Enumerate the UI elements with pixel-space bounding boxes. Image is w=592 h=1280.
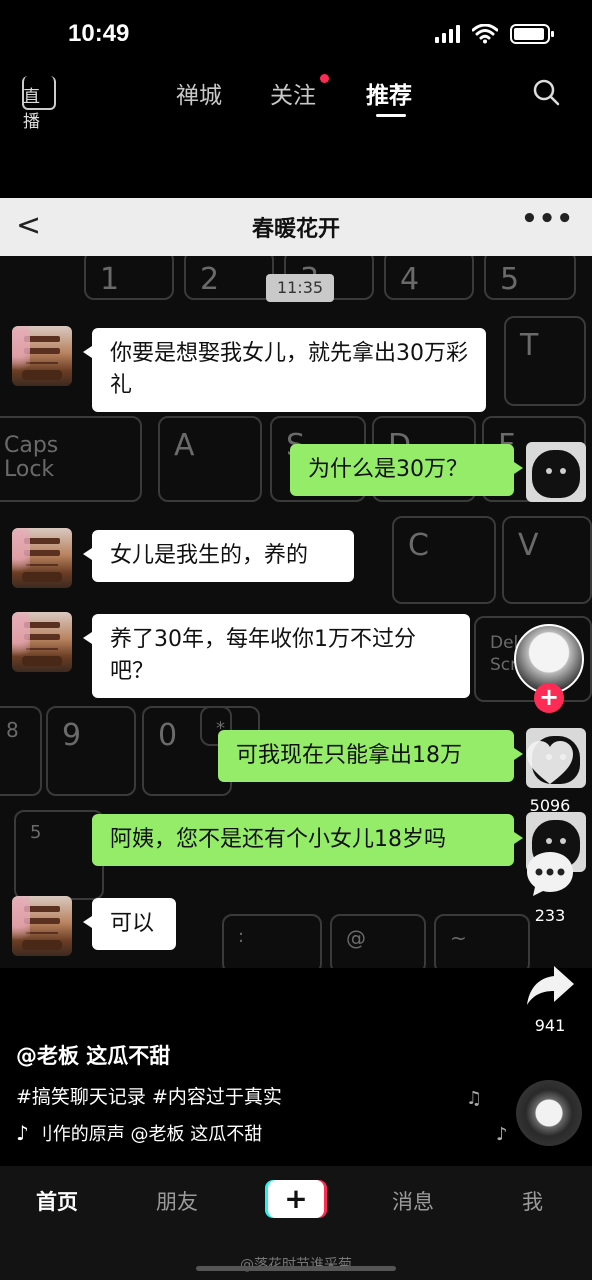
chat-bubble: 你要是想娶我女儿，就先拿出30万彩礼 bbox=[83, 328, 486, 412]
live-button[interactable]: 直播 bbox=[22, 76, 56, 132]
create-button[interactable]: + bbox=[268, 1180, 324, 1218]
comment-icon[interactable] bbox=[524, 848, 576, 900]
key: T bbox=[520, 328, 539, 363]
key: @ bbox=[346, 926, 366, 950]
like-count: 5096 bbox=[529, 796, 571, 815]
chat-header: < 春暖花开 ••• bbox=[0, 198, 592, 256]
video-player[interactable]: 1 2 3 4 5 T Caps Lock A S D F C V Delete… bbox=[0, 198, 592, 968]
active-tab-indicator bbox=[376, 114, 406, 117]
key: 8 bbox=[6, 718, 19, 742]
tiktok-note-icon: ♪ bbox=[16, 1121, 29, 1145]
signal-icon bbox=[435, 25, 460, 43]
nav-me[interactable]: 我 bbox=[522, 1186, 543, 1216]
author-name[interactable]: @老板 这瓜不甜 bbox=[16, 1040, 170, 1070]
chat-bubble: 可我现在只能拿出18万 bbox=[218, 730, 523, 782]
chat-title: 春暖花开 bbox=[251, 217, 340, 242]
nav-friends[interactable]: 朋友 bbox=[156, 1186, 198, 1216]
live-label: 直播 bbox=[23, 87, 40, 132]
chat-bubble: 为什么是30万？ bbox=[290, 444, 523, 496]
chat-bubble: 养了30年，每年收你1万不过分吧？ bbox=[83, 614, 470, 698]
status-icons bbox=[435, 24, 554, 44]
share-count: 941 bbox=[534, 1016, 566, 1035]
chat-bubble: 女儿是我生的，养的 bbox=[83, 530, 354, 582]
key: 9 bbox=[62, 718, 82, 753]
music-note-icon: ♫ bbox=[466, 1088, 483, 1109]
avatar-mother bbox=[12, 896, 72, 956]
nav-messages[interactable]: 消息 bbox=[392, 1186, 434, 1216]
avatar-mother bbox=[12, 528, 72, 588]
share-icon[interactable] bbox=[524, 960, 576, 1012]
comment-count: 233 bbox=[534, 906, 566, 925]
chat-bubble: 可以 bbox=[83, 898, 176, 950]
key: 5 bbox=[30, 822, 42, 843]
key: ~ bbox=[450, 926, 467, 950]
cat-icon bbox=[532, 450, 580, 498]
heart-icon[interactable] bbox=[524, 738, 576, 790]
key: 5 bbox=[500, 262, 520, 297]
key: 0 bbox=[158, 718, 178, 753]
key: 1 bbox=[100, 262, 120, 297]
chat-timestamp: 11:35 bbox=[266, 274, 334, 302]
hashtags[interactable]: #搞笑聊天记录 #内容过于真实 bbox=[16, 1082, 282, 1109]
status-bar: 10:49 bbox=[0, 0, 592, 70]
music-disc[interactable] bbox=[516, 1080, 582, 1146]
search-icon[interactable] bbox=[532, 78, 560, 106]
wifi-icon bbox=[472, 24, 498, 44]
avatar-mother bbox=[12, 326, 72, 386]
watermark: @落花时节谁采菊 bbox=[240, 1257, 352, 1273]
more-options-button[interactable]: ••• bbox=[521, 204, 574, 234]
key: A bbox=[174, 428, 195, 463]
plus-icon: + bbox=[284, 1182, 308, 1215]
home-indicator[interactable] bbox=[196, 1266, 396, 1271]
tab-recommended[interactable]: 推荐 bbox=[366, 76, 412, 110]
avatar-user bbox=[526, 442, 586, 502]
key: V bbox=[518, 528, 539, 563]
music-title: 刂作的原声 @老板 这瓜不甜 bbox=[34, 1124, 263, 1145]
key: : bbox=[238, 926, 245, 947]
top-nav: 直播 禅城 关注 推荐 bbox=[0, 70, 592, 132]
music-label[interactable]: ♪ 刂作的原声 @老板 这瓜不甜 bbox=[16, 1120, 262, 1146]
bottom-nav: 首页 朋友 + 消息 我 @落花时节谁采菊 bbox=[0, 1166, 592, 1280]
key: 2 bbox=[200, 262, 220, 297]
tab-following[interactable]: 关注 bbox=[270, 76, 316, 110]
notification-dot bbox=[320, 74, 329, 83]
avatar-mother bbox=[12, 612, 72, 672]
key: 4 bbox=[400, 262, 420, 297]
key: Caps Lock bbox=[4, 433, 59, 482]
follow-button[interactable]: + bbox=[534, 683, 564, 713]
chat-bubble: 阿姨，您不是还有个小女儿18岁吗 bbox=[92, 814, 523, 866]
tab-local[interactable]: 禅城 bbox=[176, 76, 222, 110]
key: C bbox=[408, 528, 429, 563]
music-note-icon: ♪ bbox=[496, 1124, 508, 1145]
status-time: 10:49 bbox=[68, 20, 130, 47]
nav-home[interactable]: 首页 bbox=[36, 1186, 78, 1216]
battery-icon bbox=[510, 24, 554, 44]
